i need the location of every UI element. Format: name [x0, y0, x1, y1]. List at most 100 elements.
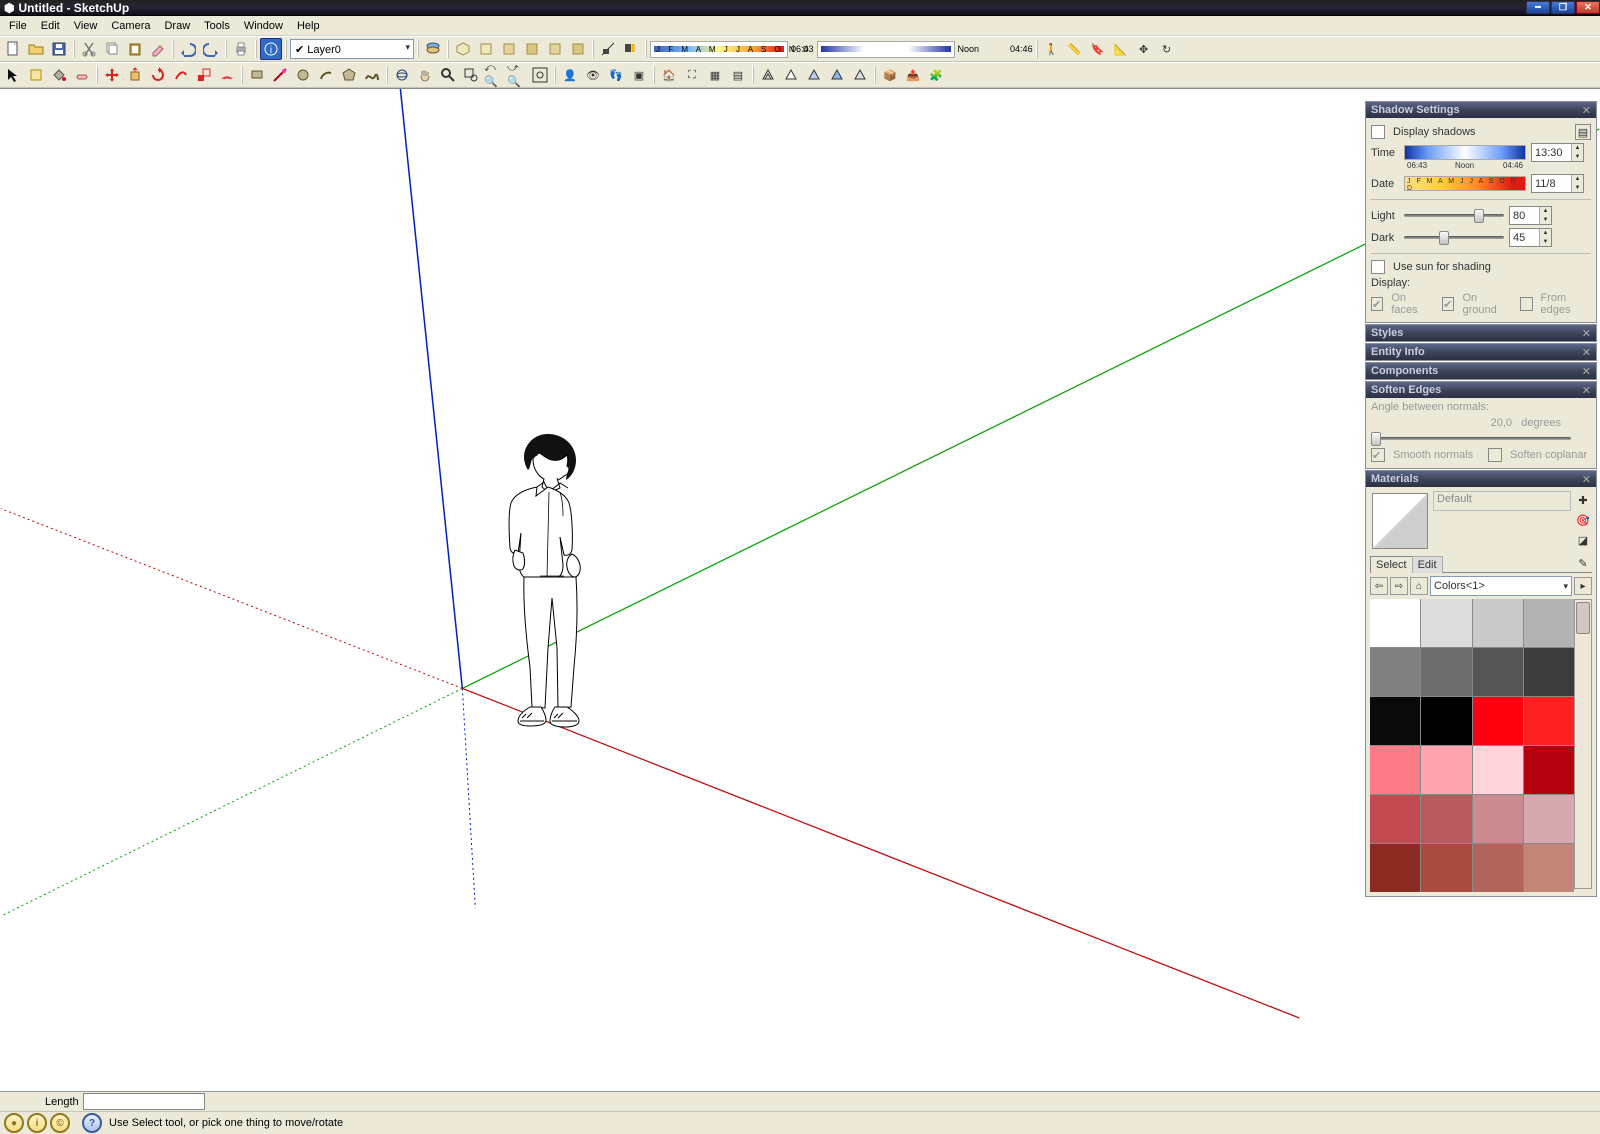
color-swatch[interactable] [1370, 795, 1420, 843]
color-swatch[interactable] [1524, 746, 1574, 794]
help-icon[interactable]: ? [82, 1113, 102, 1133]
pan-tool[interactable] [414, 64, 436, 86]
measure-button[interactable]: 📏 [1064, 38, 1086, 60]
shadow-settings-button[interactable] [620, 38, 642, 60]
followme-tool[interactable] [170, 64, 192, 86]
menu-tools[interactable]: Tools [197, 18, 237, 34]
display-section-cut[interactable]: ⛶ [681, 64, 703, 86]
top-button[interactable] [475, 38, 497, 60]
layer-manager-button[interactable] [422, 38, 444, 60]
color-swatch[interactable] [1421, 599, 1471, 647]
line-tool[interactable] [269, 64, 291, 86]
time-input[interactable]: 13:30▲▼ [1531, 143, 1584, 162]
section-plane[interactable]: ▣ [628, 64, 650, 86]
polygon-tool[interactable] [338, 64, 360, 86]
geolocation-icon[interactable]: ● [4, 1113, 24, 1133]
create-material-button[interactable]: ✚ [1574, 491, 1592, 509]
toolbar-time-slider[interactable] [817, 41, 955, 58]
menu-window[interactable]: Window [237, 18, 290, 34]
default-material-button[interactable]: ◪ [1574, 531, 1592, 549]
move-tool[interactable] [101, 64, 123, 86]
right-button[interactable] [521, 38, 543, 60]
maximize-button[interactable]: ❐ [1551, 1, 1575, 14]
shadow-expand-button[interactable]: ▤ [1575, 124, 1591, 140]
credits-icon[interactable]: i [27, 1113, 47, 1133]
light-input[interactable]: 80▲▼ [1509, 206, 1552, 225]
extension-war[interactable]: 🧩 [925, 64, 947, 86]
zoom-extents[interactable] [529, 64, 551, 86]
color-swatch[interactable] [1473, 795, 1523, 843]
menu-file[interactable]: File [2, 18, 34, 34]
color-swatch[interactable] [1473, 697, 1523, 745]
menu-help[interactable]: Help [290, 18, 327, 34]
walkthrough[interactable]: 👣 [605, 64, 627, 86]
print-button[interactable] [230, 38, 252, 60]
left-button[interactable] [567, 38, 589, 60]
eyedropper-button[interactable]: ✎ [1574, 554, 1592, 572]
mono-style[interactable] [849, 64, 871, 86]
make-component[interactable] [25, 64, 47, 86]
paste-button[interactable] [124, 38, 146, 60]
wireframe-style[interactable] [757, 64, 779, 86]
eraser-tool[interactable] [71, 64, 93, 86]
shaded-style[interactable] [803, 64, 825, 86]
menu-camera[interactable]: Camera [104, 18, 157, 34]
get-models[interactable]: 📦 [879, 64, 901, 86]
shadow-toggle-button[interactable] [597, 38, 619, 60]
paint-bucket[interactable] [48, 64, 70, 86]
color-swatch[interactable] [1421, 844, 1471, 892]
shadow-settings-header[interactable]: Shadow Settings✕ [1366, 102, 1596, 118]
nav-details-button[interactable]: ▸ [1574, 577, 1592, 595]
date-slider[interactable]: J F M A M J J A S O N D [1404, 176, 1526, 191]
color-swatch[interactable] [1524, 599, 1574, 647]
back-button[interactable] [544, 38, 566, 60]
color-swatch[interactable] [1370, 599, 1420, 647]
styles-header[interactable]: Styles✕ [1366, 325, 1596, 341]
xray-button[interactable]: ▦ [704, 64, 726, 86]
circle-tool[interactable] [292, 64, 314, 86]
current-material-preview[interactable] [1372, 493, 1428, 549]
arc-tool[interactable] [315, 64, 337, 86]
entity-info-header[interactable]: Entity Info✕ [1366, 344, 1596, 360]
display-shadows-checkbox[interactable] [1371, 125, 1385, 139]
undo-button[interactable] [177, 38, 199, 60]
claim-icon[interactable]: © [50, 1113, 70, 1133]
color-swatch[interactable] [1473, 746, 1523, 794]
select-tool[interactable] [2, 64, 24, 86]
minimize-button[interactable]: ━ [1526, 1, 1550, 14]
zoom-next[interactable]: ⤻🔍 [506, 64, 528, 86]
date-input[interactable]: 11/8▲▼ [1531, 174, 1584, 193]
menu-edit[interactable]: Edit [34, 18, 67, 34]
freehand-tool[interactable] [361, 64, 383, 86]
color-swatch[interactable] [1524, 697, 1574, 745]
dark-input[interactable]: 45▲▼ [1509, 228, 1552, 247]
menu-draw[interactable]: Draw [157, 18, 197, 34]
look-around[interactable]: 👁 [582, 64, 604, 86]
shaded-texture-style[interactable] [826, 64, 848, 86]
color-swatch[interactable] [1370, 648, 1420, 696]
orbit-tool[interactable] [391, 64, 413, 86]
light-slider[interactable] [1404, 214, 1504, 217]
time-slider[interactable]: 06:43 Noon 04:46 [1404, 145, 1526, 160]
materials-select-tab[interactable]: Select [1370, 556, 1413, 573]
iso-button[interactable] [452, 38, 474, 60]
erase-button[interactable] [147, 38, 169, 60]
color-swatch[interactable] [1421, 648, 1471, 696]
rotate-tool[interactable] [147, 64, 169, 86]
color-swatch[interactable] [1524, 795, 1574, 843]
color-swatch[interactable] [1524, 648, 1574, 696]
layer-dropdown[interactable]: ✔ Layer0 [290, 39, 414, 59]
color-swatch[interactable] [1473, 648, 1523, 696]
color-swatch[interactable] [1421, 746, 1471, 794]
zoom-tool[interactable] [437, 64, 459, 86]
viewport[interactable]: Shadow Settings✕ Display shadows ▤ Time … [0, 88, 1600, 1092]
text-button[interactable]: 🔖 [1087, 38, 1109, 60]
swatch-scrollbar[interactable] [1574, 599, 1592, 889]
redo-button[interactable] [200, 38, 222, 60]
color-swatch[interactable] [1421, 697, 1471, 745]
materials-header[interactable]: Materials✕ [1366, 471, 1596, 487]
color-swatch[interactable] [1473, 844, 1523, 892]
zoom-previous[interactable]: ⤺🔍 [483, 64, 505, 86]
cut-button[interactable] [78, 38, 100, 60]
copy-button[interactable] [101, 38, 123, 60]
